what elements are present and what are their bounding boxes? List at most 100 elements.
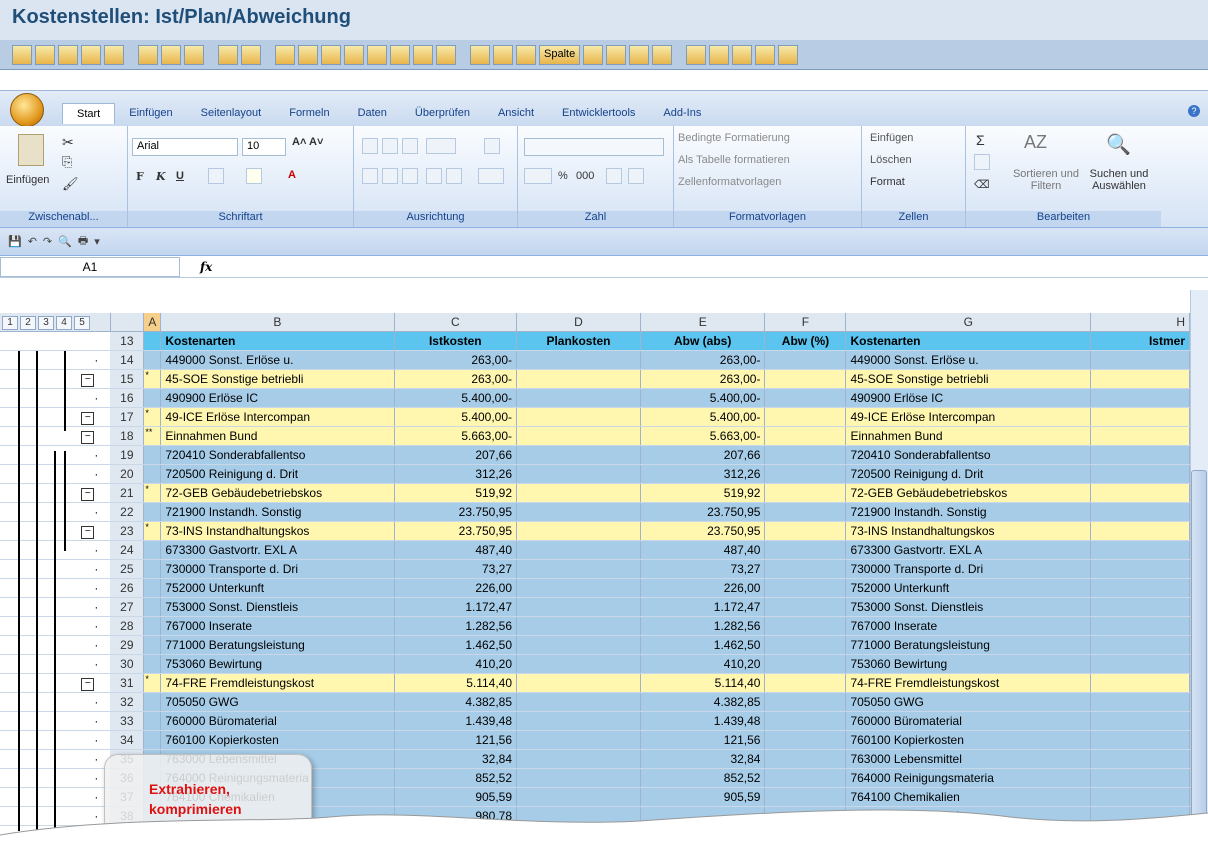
print-icon[interactable]: 🖶 (78, 232, 88, 251)
cell-abw-abs[interactable]: 263,00- (640, 369, 766, 389)
row-header[interactable]: 18 (110, 426, 145, 446)
cell-istkosten[interactable]: 226,00 (394, 578, 518, 598)
percent-button[interactable]: % (558, 170, 568, 182)
collapse-icon[interactable]: − (81, 411, 95, 425)
align-right-icon[interactable] (402, 168, 418, 184)
row-header[interactable]: 24 (110, 540, 145, 560)
cell-istmer[interactable] (1090, 369, 1190, 389)
cell-kostenart-2[interactable]: 720410 Sonderabfallentso (845, 445, 1092, 465)
cell-istmer[interactable] (1090, 692, 1190, 712)
align-left-icon[interactable] (362, 168, 378, 184)
prev-icon[interactable] (606, 44, 627, 65)
cell-istkosten[interactable]: 487,40 (394, 540, 518, 560)
cell-kostenart[interactable]: 673300 Gastvortr. EXL A (160, 540, 395, 560)
row-header[interactable]: 20 (110, 464, 145, 484)
cell-a[interactable] (143, 635, 162, 655)
cell-abw-pct[interactable] (764, 559, 847, 579)
redo-icon[interactable]: ↷ (43, 235, 52, 248)
toolbar-button-4[interactable] (81, 44, 101, 65)
cell-kostenart-2[interactable]: 752000 Unterkunft (845, 578, 1092, 598)
cell-a[interactable] (143, 559, 162, 579)
print-preview-icon[interactable]: 🔍 (58, 235, 72, 248)
tab-2[interactable]: Seitenlayout (187, 103, 276, 124)
col-header-h[interactable]: H (1090, 313, 1190, 332)
toolbar-button-24[interactable] (755, 44, 776, 65)
cell-istkosten[interactable]: 121,56 (394, 730, 518, 750)
fx-icon[interactable]: fx (200, 260, 212, 274)
row-header[interactable]: 16 (110, 388, 145, 408)
cell-istkosten[interactable]: 207,66 (394, 445, 518, 465)
collapse-icon[interactable]: − (81, 525, 95, 539)
row-header[interactable]: 22 (110, 502, 145, 522)
row-header[interactable]: 13 (110, 331, 145, 351)
cell-istmer[interactable] (1090, 464, 1190, 484)
decrease-indent-icon[interactable] (426, 168, 442, 184)
row-header[interactable]: 17 (110, 407, 145, 427)
cell-kostenart-2[interactable]: 705050 GWG (845, 692, 1092, 712)
cell-abw-pct[interactable] (764, 445, 847, 465)
align-top-icon[interactable] (362, 138, 378, 154)
cell-kostenart[interactable]: 49-ICE Erlöse Intercompan (160, 407, 395, 427)
format-cells-button[interactable]: Format (870, 176, 905, 188)
find-icon[interactable]: 🔍 (1106, 132, 1131, 157)
font-size-dropdown[interactable]: 10 (242, 138, 286, 156)
cell-abw-pct[interactable] (764, 578, 847, 598)
cell-plankosten[interactable] (516, 388, 641, 408)
cell-abw-abs[interactable]: 487,40 (640, 540, 766, 560)
grow-font-icon[interactable]: A˄ A˅ (292, 136, 323, 148)
cell-a[interactable] (143, 445, 162, 465)
delete-cells-button[interactable]: Löschen (870, 154, 912, 166)
cell-plankosten[interactable] (516, 426, 641, 446)
cell-istkosten[interactable]: 1.282,56 (394, 616, 518, 636)
cell-istkosten[interactable]: 5.663,00- (394, 426, 518, 446)
cell-abw-pct[interactable] (764, 749, 847, 769)
cell-kostenart-2[interactable]: 763000 Lebensmittel (845, 749, 1092, 769)
col-header-d[interactable]: D (516, 313, 641, 332)
col-header-g[interactable]: G (845, 313, 1092, 332)
row-header[interactable]: 19 (110, 445, 145, 465)
cell-kostenart-2[interactable]: 72-GEB Gebäudebetriebskos (845, 483, 1092, 503)
cell-abw-pct[interactable] (764, 426, 847, 446)
cell-abw-pct[interactable] (764, 730, 847, 750)
save-icon[interactable]: 💾 (8, 235, 22, 248)
cell-istkosten[interactable]: 1.439,48 (394, 711, 518, 731)
cell-kostenart[interactable]: 72-GEB Gebäudebetriebskos (160, 483, 395, 503)
cell-a[interactable] (143, 331, 162, 351)
cell-kostenart-2[interactable]: 449000 Sonst. Erlöse u. (845, 350, 1092, 370)
cell-abw-abs[interactable]: 5.663,00- (640, 426, 766, 446)
cell-plankosten[interactable] (516, 616, 641, 636)
cell-istmer[interactable] (1090, 578, 1190, 598)
cell-istkosten[interactable]: 312,26 (394, 464, 518, 484)
cell-kostenart-2[interactable]: Einnahmen Bund (845, 426, 1092, 446)
cell-abw-abs[interactable]: 207,66 (640, 445, 766, 465)
cell-kostenart[interactable]: 705050 GWG (160, 692, 395, 712)
cell-abw-pct[interactable] (764, 502, 847, 522)
outline-level-1[interactable]: 1 (2, 315, 18, 330)
row-header[interactable]: 23 (110, 521, 145, 541)
toolbar-button-21[interactable] (686, 44, 707, 65)
cell-a[interactable] (143, 692, 162, 712)
row-header[interactable]: 29 (110, 635, 145, 655)
cell-istmer[interactable] (1090, 730, 1190, 750)
cell-kostenart[interactable]: 720410 Sonderabfallentso (160, 445, 395, 465)
cell-istkosten[interactable]: 5.114,40 (394, 673, 518, 693)
font-color-icon[interactable]: A (288, 169, 296, 181)
toolbar-button-7[interactable] (161, 44, 181, 65)
fill-color-icon[interactable] (246, 168, 262, 184)
cell-kostenart-2[interactable]: 673300 Gastvortr. EXL A (845, 540, 1092, 560)
cell-kostenart[interactable]: 767000 Inserate (160, 616, 395, 636)
first-icon[interactable] (583, 44, 604, 65)
cell-kostenart-2[interactable]: 490900 Erlöse IC (845, 388, 1092, 408)
cell-kostenart[interactable]: 752000 Unterkunft (160, 578, 395, 598)
paste-button[interactable]: Einfügen (6, 174, 49, 186)
col-header-f[interactable]: F (764, 313, 847, 332)
select-all[interactable] (110, 313, 145, 332)
cell-abw-abs[interactable]: 312,26 (640, 464, 766, 484)
collapse-icon[interactable]: − (81, 430, 95, 444)
cell-a[interactable] (143, 578, 162, 598)
cell-plankosten[interactable] (516, 711, 641, 731)
toolbar-button-19[interactable] (493, 44, 513, 65)
cell-plankosten[interactable] (516, 407, 641, 427)
tab-8[interactable]: Add-Ins (649, 103, 715, 124)
cell-istkosten[interactable]: 852,52 (394, 768, 518, 788)
